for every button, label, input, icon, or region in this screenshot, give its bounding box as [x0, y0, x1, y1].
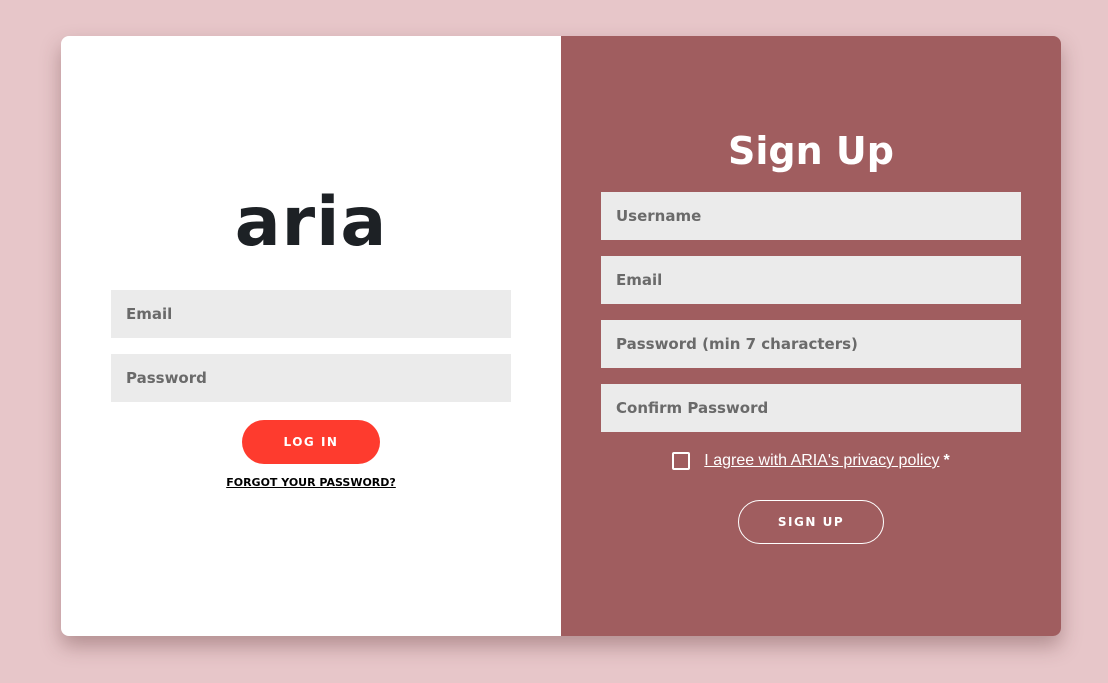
signup-username-input[interactable]: [601, 192, 1021, 240]
signup-button[interactable]: SIGN UP: [738, 500, 884, 544]
login-email-input[interactable]: [111, 290, 511, 338]
aria-logo: aria: [234, 183, 388, 262]
privacy-policy-link[interactable]: I agree with ARIA's privacy policy: [704, 452, 939, 470]
privacy-checkbox[interactable]: [672, 452, 691, 470]
signup-title: Sign Up: [728, 129, 894, 173]
signup-password-input[interactable]: [601, 320, 1021, 368]
auth-card: aria LOG IN FORGOT YOUR PASSWORD? Sign U…: [61, 36, 1061, 636]
signup-confirm-password-input[interactable]: [601, 384, 1021, 432]
login-button[interactable]: LOG IN: [242, 420, 380, 464]
privacy-agreement-row: I agree with ARIA's privacy policy *: [561, 450, 1061, 472]
signup-email-input[interactable]: [601, 256, 1021, 304]
signup-panel: Sign Up I agree with ARIA's privacy poli…: [561, 36, 1061, 636]
login-panel: aria LOG IN FORGOT YOUR PASSWORD?: [61, 36, 561, 636]
login-password-input[interactable]: [111, 354, 511, 402]
required-asterisk: *: [943, 452, 950, 469]
forgot-password-link[interactable]: FORGOT YOUR PASSWORD?: [61, 476, 561, 489]
